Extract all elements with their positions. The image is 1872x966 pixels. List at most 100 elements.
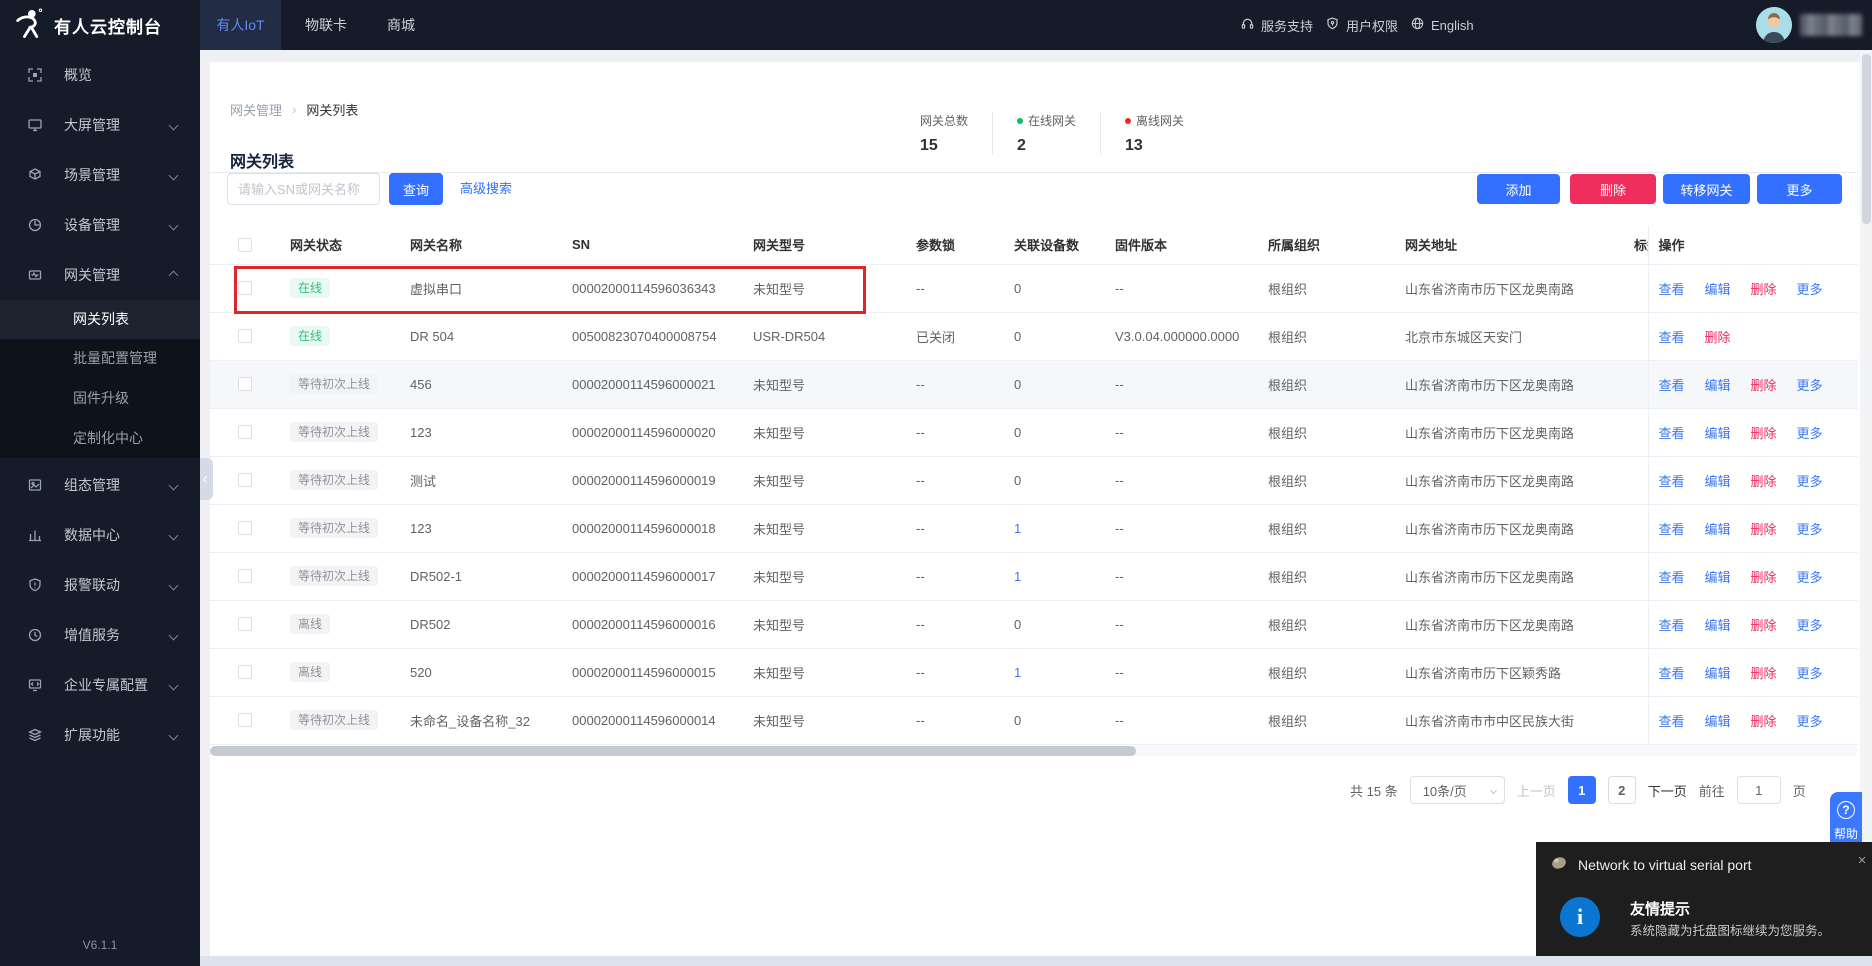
op-more[interactable]: 更多 [1797, 714, 1823, 729]
op-edit[interactable]: 编辑 [1705, 426, 1731, 441]
sidebar-item-gateway-mgmt[interactable]: 网关管理 [0, 250, 200, 300]
firmware-version: -- [1105, 504, 1258, 552]
op-more[interactable]: 更多 [1797, 378, 1823, 393]
op-delete[interactable]: 删除 [1751, 426, 1777, 441]
page-number-2[interactable]: 2 [1608, 776, 1636, 804]
op-view[interactable]: 查看 [1659, 474, 1685, 489]
op-view[interactable]: 查看 [1659, 426, 1685, 441]
op-view[interactable]: 查看 [1659, 282, 1685, 297]
param-lock: -- [906, 456, 1004, 504]
avatar[interactable] [1756, 7, 1792, 43]
op-delete[interactable]: 删除 [1751, 618, 1777, 633]
op-view[interactable]: 查看 [1659, 666, 1685, 681]
sidebar-subitem-customization-center[interactable]: 定制化中心 [0, 419, 200, 458]
op-edit[interactable]: 编辑 [1705, 378, 1731, 393]
sidebar-item-alarm-linkage[interactable]: 报警联动 [0, 560, 200, 610]
organization: 根组织 [1258, 312, 1395, 360]
col-status: 网关状态 [280, 226, 400, 264]
scrollbar-thumb[interactable] [1862, 54, 1871, 224]
status-badge: 离线 [290, 662, 330, 682]
op-edit[interactable]: 编辑 [1705, 714, 1731, 729]
op-more[interactable]: 更多 [1797, 570, 1823, 585]
op-view[interactable]: 查看 [1659, 522, 1685, 537]
tab-sim-card[interactable]: 物联卡 [281, 0, 371, 50]
row-checkbox[interactable] [238, 473, 252, 487]
op-view[interactable]: 查看 [1659, 618, 1685, 633]
prev-page-button[interactable]: 上一页 [1517, 781, 1556, 800]
nav-language-switch[interactable]: English [1410, 0, 1474, 50]
username-redacted[interactable] [1800, 14, 1862, 36]
op-more[interactable]: 更多 [1797, 522, 1823, 537]
tab-usr-iot[interactable]: 有人IoT [200, 0, 281, 50]
row-checkbox[interactable] [238, 569, 252, 583]
brand-logo[interactable]: 有人云控制台 [0, 0, 200, 50]
breadcrumb-parent[interactable]: 网关管理 [230, 100, 282, 119]
op-edit[interactable]: 编辑 [1705, 474, 1731, 489]
sidebar-item-hmi-mgmt[interactable]: 组态管理 [0, 460, 200, 510]
sidebar-item-value-added[interactable]: 增值服务 [0, 610, 200, 660]
op-delete[interactable]: 删除 [1751, 474, 1777, 489]
sidebar-collapse-handle[interactable] [200, 458, 213, 500]
op-view[interactable]: 查看 [1659, 378, 1685, 393]
delete-button[interactable]: 删除 [1570, 174, 1656, 204]
op-more[interactable]: 更多 [1797, 426, 1823, 441]
row-checkbox[interactable] [238, 713, 252, 727]
sidebar-item-data-center[interactable]: 数据中心 [0, 510, 200, 560]
row-checkbox[interactable] [238, 521, 252, 535]
op-view[interactable]: 查看 [1659, 714, 1685, 729]
sidebar-subitem-gateway-list[interactable]: 网关列表 [0, 300, 200, 339]
sidebar-subitem-firmware-upgrade[interactable]: 固件升级 [0, 379, 200, 418]
op-edit[interactable]: 编辑 [1705, 570, 1731, 585]
row-checkbox[interactable] [238, 617, 252, 631]
op-delete[interactable]: 删除 [1751, 714, 1777, 729]
op-delete[interactable]: 删除 [1751, 282, 1777, 297]
row-checkbox[interactable] [238, 281, 252, 295]
sidebar-item-overview[interactable]: 概览 [0, 50, 200, 100]
page-number-1[interactable]: 1 [1568, 776, 1596, 804]
sidebar-subitem-batch-config[interactable]: 批量配置管理 [0, 339, 200, 378]
nav-service-support[interactable]: 服务支持 [1240, 0, 1313, 50]
op-view[interactable]: 查看 [1659, 570, 1685, 585]
firmware-version: -- [1105, 408, 1258, 456]
op-edit[interactable]: 编辑 [1705, 618, 1731, 633]
sidebar-item-extended-functions[interactable]: 扩展功能 [0, 710, 200, 760]
linked-device-count: 1 [1014, 665, 1021, 680]
row-checkbox[interactable] [238, 377, 252, 391]
op-more[interactable]: 更多 [1797, 474, 1823, 489]
query-button[interactable]: 查询 [389, 173, 443, 205]
ops-cell: 查看 编辑 删除 更多 [1648, 600, 1858, 648]
scrollbar-thumb[interactable] [210, 746, 1136, 756]
next-page-button[interactable]: 下一页 [1648, 781, 1687, 800]
nav-user-permissions[interactable]: 用户权限 [1325, 0, 1398, 50]
op-delete[interactable]: 删除 [1705, 330, 1731, 345]
op-delete[interactable]: 删除 [1751, 378, 1777, 393]
sidebar-item-enterprise-config[interactable]: 企业专属配置 [0, 660, 200, 710]
op-view[interactable]: 查看 [1659, 330, 1685, 345]
op-edit[interactable]: 编辑 [1705, 666, 1731, 681]
advanced-search-link[interactable]: 高级搜索 [460, 173, 512, 205]
add-button[interactable]: 添加 [1477, 174, 1560, 204]
op-delete[interactable]: 删除 [1751, 522, 1777, 537]
goto-page-input[interactable] [1737, 776, 1781, 804]
close-icon[interactable]: × [1854, 852, 1870, 869]
op-edit[interactable]: 编辑 [1705, 522, 1731, 537]
sidebar-item-device-mgmt[interactable]: 设备管理 [0, 200, 200, 250]
row-checkbox[interactable] [238, 329, 252, 343]
row-checkbox[interactable] [238, 665, 252, 679]
page-size-select[interactable]: 10条/页 [1410, 776, 1505, 804]
search-input[interactable] [227, 173, 380, 205]
op-delete[interactable]: 删除 [1751, 666, 1777, 681]
op-more[interactable]: 更多 [1797, 282, 1823, 297]
select-all-checkbox[interactable] [238, 238, 252, 252]
op-more[interactable]: 更多 [1797, 666, 1823, 681]
row-checkbox[interactable] [238, 425, 252, 439]
sidebar-item-scene-mgmt[interactable]: 场景管理 [0, 150, 200, 200]
op-edit[interactable]: 编辑 [1705, 282, 1731, 297]
transfer-gateway-button[interactable]: 转移网关 [1663, 174, 1750, 204]
sidebar-item-screen-mgmt[interactable]: 大屏管理 [0, 100, 200, 150]
more-button[interactable]: 更多 [1757, 174, 1842, 204]
op-delete[interactable]: 删除 [1751, 570, 1777, 585]
op-more[interactable]: 更多 [1797, 618, 1823, 633]
tab-mall[interactable]: 商城 [371, 0, 431, 50]
gateway-model: 未知型号 [743, 552, 906, 600]
